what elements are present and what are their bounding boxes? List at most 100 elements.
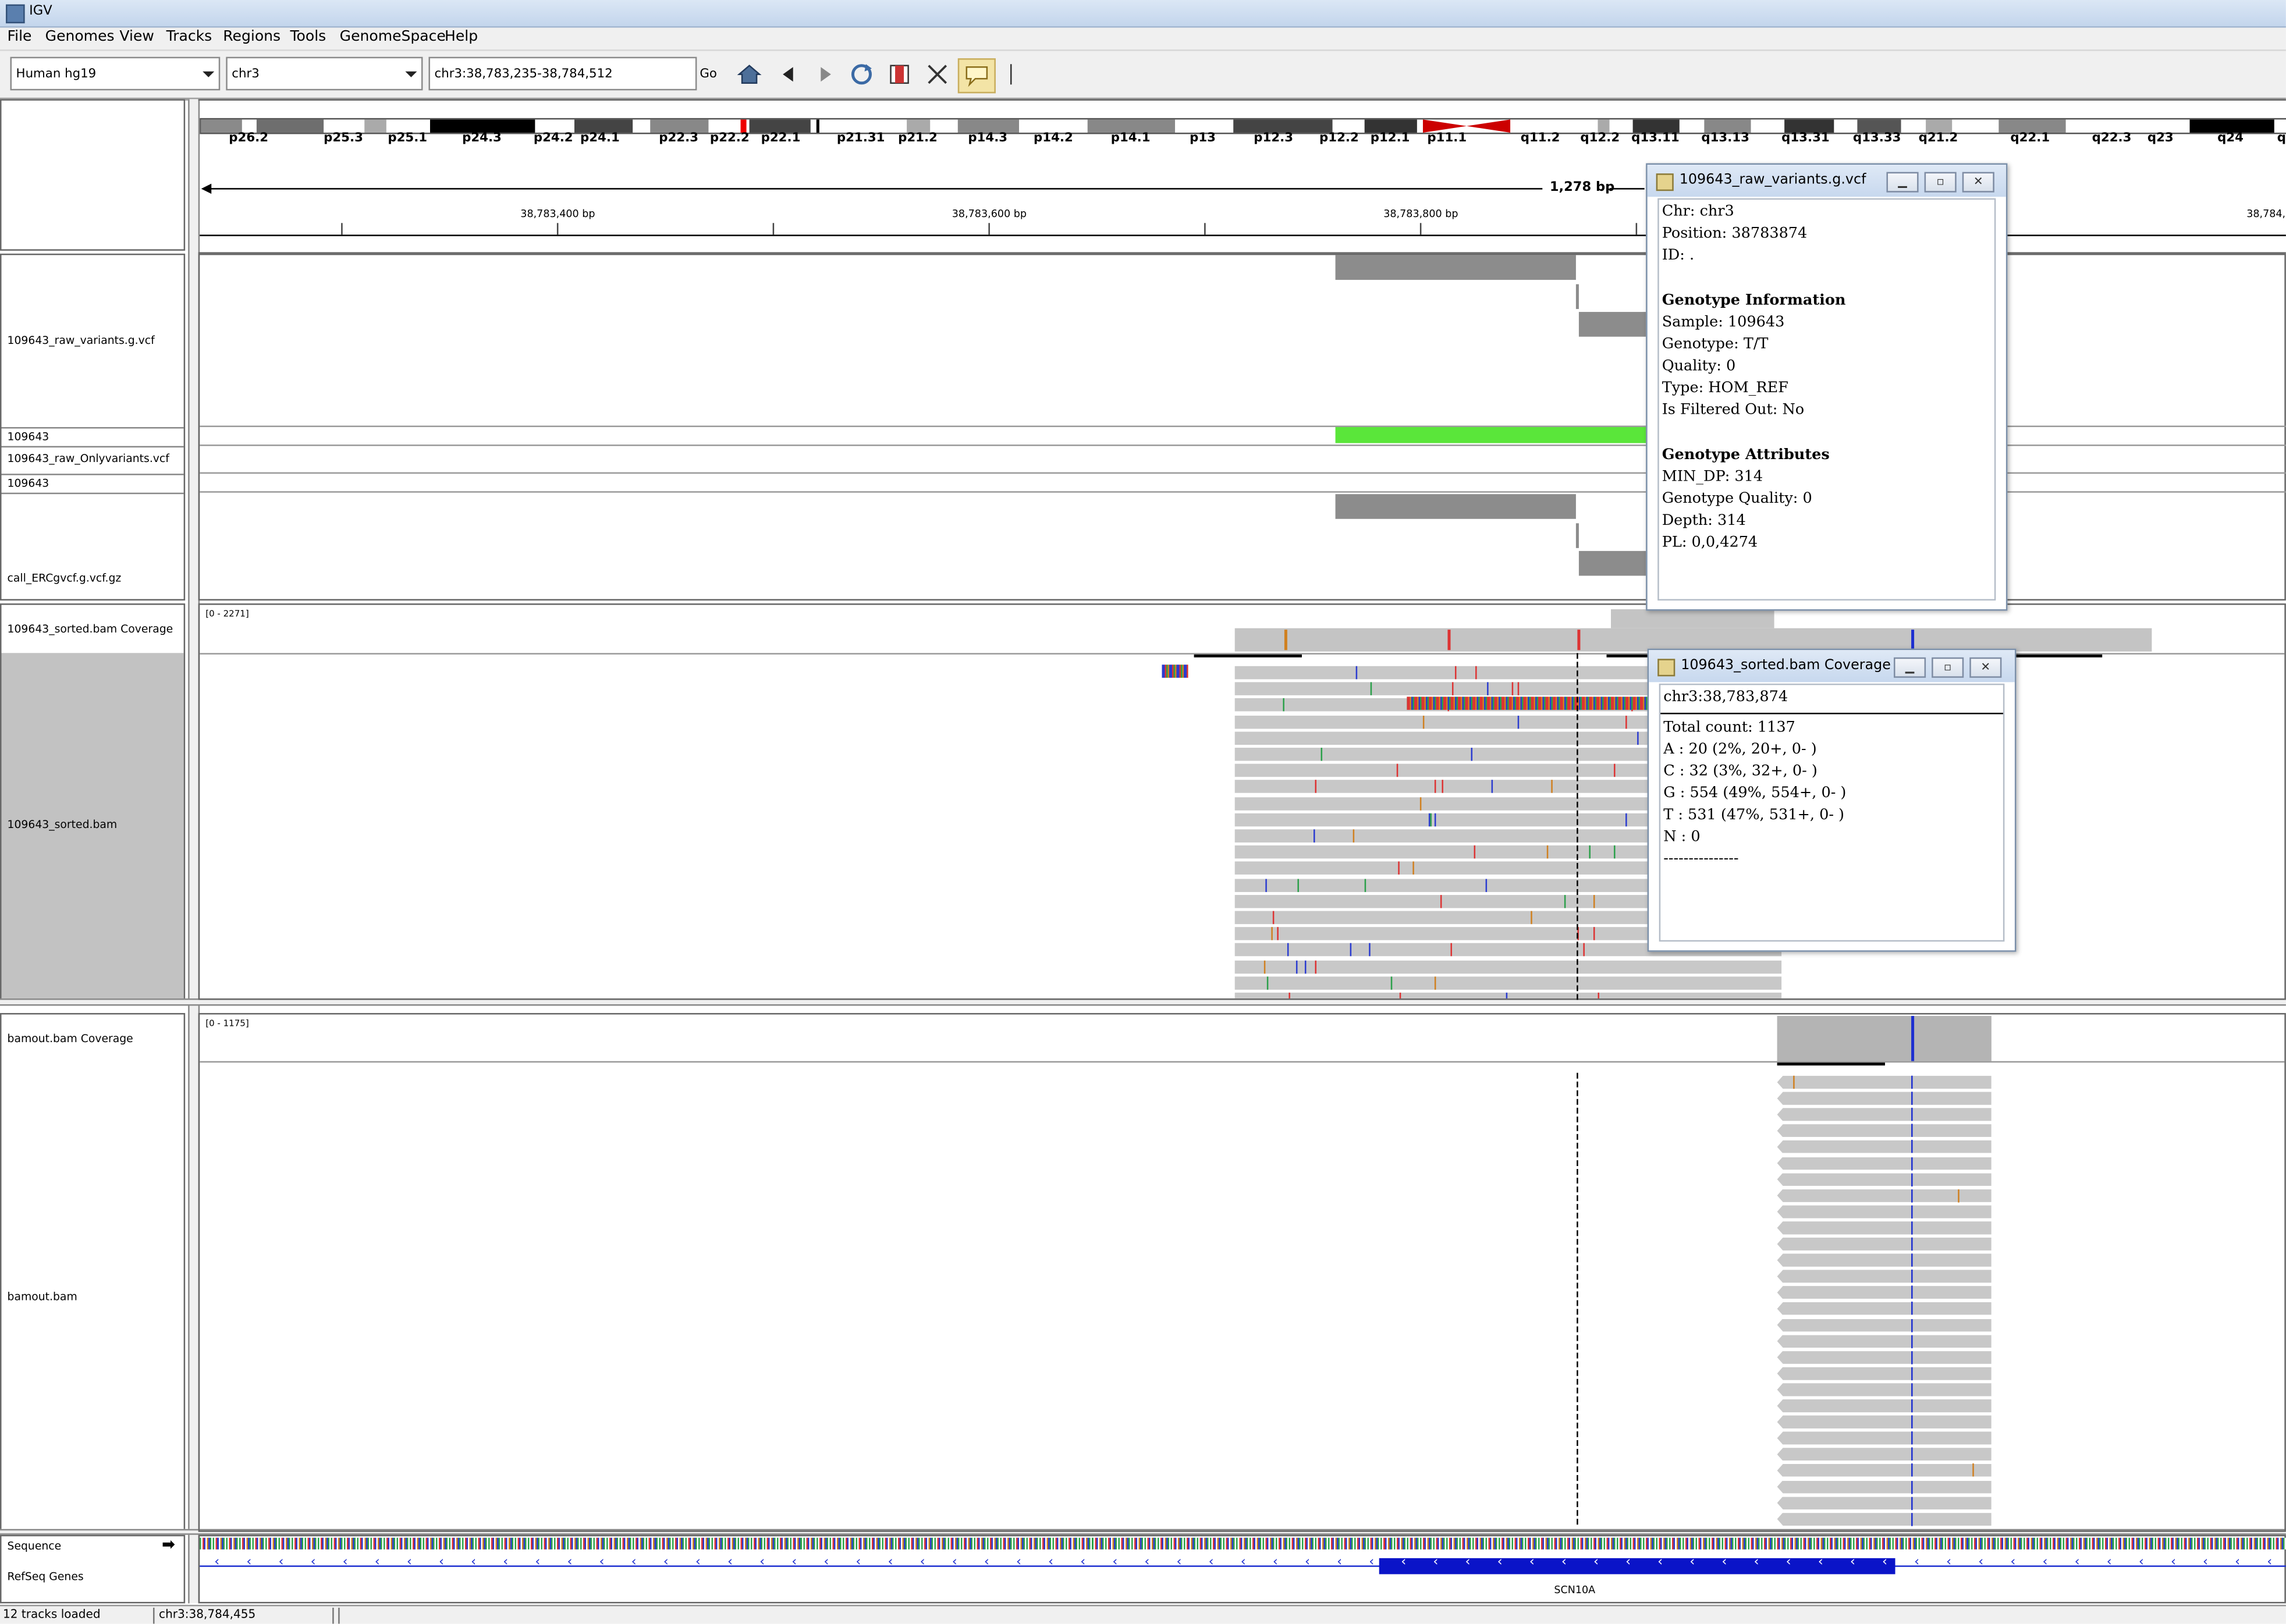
read[interactable] bbox=[1234, 992, 1782, 998]
popup-title-bar[interactable]: 109643_raw_variants.g.vcf ▁ ▫ ✕ bbox=[1647, 165, 2006, 197]
read[interactable] bbox=[1234, 911, 1652, 925]
read[interactable] bbox=[1777, 1221, 1992, 1235]
coverage-histogram[interactable] bbox=[1777, 1015, 1992, 1061]
menu-regions[interactable]: Regions bbox=[223, 29, 281, 45]
close-button[interactable]: ✕ bbox=[1969, 657, 2002, 678]
locus-input[interactable]: chr3:38,783,235-38,784,512 bbox=[428, 56, 697, 91]
read[interactable] bbox=[1234, 862, 1652, 875]
variant-block[interactable] bbox=[1578, 550, 1646, 576]
read[interactable] bbox=[1777, 1156, 1992, 1170]
menu-genomes[interactable]: Genomes bbox=[45, 29, 115, 45]
read[interactable] bbox=[1777, 1302, 1992, 1316]
track-name-sequence[interactable]: Sequence bbox=[8, 1539, 62, 1552]
genome-select[interactable]: Human hg19 bbox=[10, 56, 221, 91]
read[interactable] bbox=[1234, 764, 1652, 777]
band-label: q13.13 bbox=[1701, 131, 1749, 146]
read[interactable] bbox=[1777, 1448, 1992, 1461]
read[interactable] bbox=[1234, 797, 1652, 810]
read[interactable] bbox=[1777, 1351, 1992, 1364]
read[interactable] bbox=[1777, 1237, 1992, 1251]
track-name-vcf3[interactable]: call_ERCgvcf.g.vcf.gz bbox=[8, 571, 122, 585]
read[interactable] bbox=[1234, 666, 1652, 680]
track-name-cov2[interactable]: bamout.bam Coverage bbox=[8, 1032, 133, 1046]
read[interactable] bbox=[1777, 1480, 1992, 1494]
track-name-sample2[interactable]: 109643 bbox=[8, 477, 49, 490]
read[interactable] bbox=[1777, 1496, 1992, 1510]
chromosome-select[interactable]: chr3 bbox=[226, 56, 423, 91]
read[interactable] bbox=[1777, 1383, 1992, 1396]
sequence-bases[interactable] bbox=[200, 1537, 2286, 1550]
read[interactable] bbox=[1777, 1253, 1992, 1267]
track-name-vcf2[interactable]: 109643_raw_Onlyvariants.vcf bbox=[8, 452, 169, 465]
maximize-button[interactable]: ▫ bbox=[1932, 657, 1964, 678]
variant-block[interactable] bbox=[1335, 494, 1576, 519]
variant-block[interactable] bbox=[1335, 255, 1576, 280]
read[interactable] bbox=[1234, 894, 1652, 908]
popup-title-bar[interactable]: 109643_sorted.bam Coverage ▁ ▫ ✕ bbox=[1649, 650, 2015, 683]
track-name-sample1[interactable]: 109643 bbox=[8, 430, 49, 443]
read[interactable] bbox=[1234, 829, 1652, 843]
read[interactable] bbox=[1777, 1415, 1992, 1429]
read[interactable] bbox=[1777, 1108, 1992, 1121]
track-name-vcf1[interactable]: 109643_raw_variants.g.vcf bbox=[8, 334, 155, 347]
read[interactable] bbox=[1777, 1399, 1992, 1413]
back-icon[interactable] bbox=[776, 61, 802, 87]
strand-arrow-icon[interactable]: ➡ bbox=[162, 1535, 175, 1554]
read[interactable] bbox=[1777, 1172, 1992, 1186]
variant-block[interactable] bbox=[1578, 312, 1646, 337]
read[interactable] bbox=[1234, 682, 1652, 696]
roi-icon[interactable] bbox=[886, 61, 913, 87]
menu-genomespace[interactable]: GenomeSpace bbox=[340, 29, 446, 45]
read[interactable] bbox=[1234, 960, 1782, 973]
read[interactable] bbox=[1234, 715, 1652, 729]
minimize-button[interactable]: ▁ bbox=[1886, 172, 1919, 193]
track-name-bam1[interactable]: 109643_sorted.bam bbox=[8, 818, 118, 831]
read[interactable] bbox=[1234, 976, 1782, 990]
popup-icon[interactable] bbox=[957, 58, 996, 94]
chromosome-ideogram[interactable] bbox=[200, 118, 2286, 134]
menu-view[interactable]: View bbox=[119, 29, 154, 45]
home-icon[interactable] bbox=[736, 61, 762, 87]
read[interactable] bbox=[1777, 1463, 1992, 1477]
read[interactable] bbox=[1777, 1140, 1992, 1154]
track-name-bam2[interactable]: bamout.bam bbox=[8, 1290, 77, 1303]
read[interactable] bbox=[1777, 1512, 1992, 1526]
popup-line: T : 531 (47%, 531+, 0- ) bbox=[1663, 807, 1845, 824]
read[interactable] bbox=[1777, 1124, 1992, 1138]
read[interactable] bbox=[1234, 927, 1652, 941]
read[interactable] bbox=[1777, 1270, 1992, 1283]
read[interactable] bbox=[1234, 731, 1652, 745]
gene-label[interactable]: SCN10A bbox=[1554, 1584, 1595, 1596]
read[interactable] bbox=[1777, 1205, 1992, 1218]
coverage-histogram[interactable] bbox=[1234, 628, 2152, 652]
minimize-button[interactable]: ▁ bbox=[1893, 657, 1926, 678]
forward-icon[interactable] bbox=[812, 61, 838, 87]
coverage-popup-window[interactable]: 109643_sorted.bam Coverage ▁ ▫ ✕ chr3:38… bbox=[1647, 648, 2017, 952]
track-name-refseq[interactable]: RefSeq Genes bbox=[8, 1570, 84, 1583]
track-name-cov1[interactable]: 109643_sorted.bam Coverage bbox=[8, 623, 173, 636]
menu-tracks[interactable]: Tracks bbox=[166, 29, 212, 45]
igv-app-icon bbox=[6, 4, 25, 24]
read[interactable] bbox=[1234, 813, 1652, 826]
menu-bar: File Genomes View Tracks Regions Tools G… bbox=[0, 27, 2286, 51]
maximize-button[interactable]: ▫ bbox=[1924, 172, 1957, 193]
menu-help[interactable]: Help bbox=[445, 29, 478, 45]
variant-block[interactable] bbox=[1575, 523, 1579, 548]
read[interactable] bbox=[1777, 1334, 1992, 1348]
read[interactable] bbox=[1777, 1092, 1992, 1106]
read[interactable] bbox=[1777, 1286, 1992, 1299]
read[interactable] bbox=[1777, 1318, 1992, 1332]
go-button[interactable]: Go bbox=[700, 67, 717, 81]
read[interactable] bbox=[1777, 1367, 1992, 1380]
menu-tools[interactable]: Tools bbox=[290, 29, 326, 45]
read[interactable] bbox=[1777, 1431, 1992, 1445]
read[interactable] bbox=[1777, 1075, 1992, 1089]
genotype-hom-ref[interactable] bbox=[1335, 427, 1648, 443]
menu-file[interactable]: File bbox=[8, 29, 32, 45]
vcf-popup-window[interactable]: 109643_raw_variants.g.vcf ▁ ▫ ✕ Chr: chr… bbox=[1646, 163, 2008, 611]
variant-block[interactable] bbox=[1575, 284, 1579, 310]
read[interactable] bbox=[1234, 748, 1652, 761]
fit-icon[interactable] bbox=[924, 61, 950, 87]
refresh-icon[interactable] bbox=[849, 61, 875, 87]
close-button[interactable]: ✕ bbox=[1962, 172, 1994, 193]
